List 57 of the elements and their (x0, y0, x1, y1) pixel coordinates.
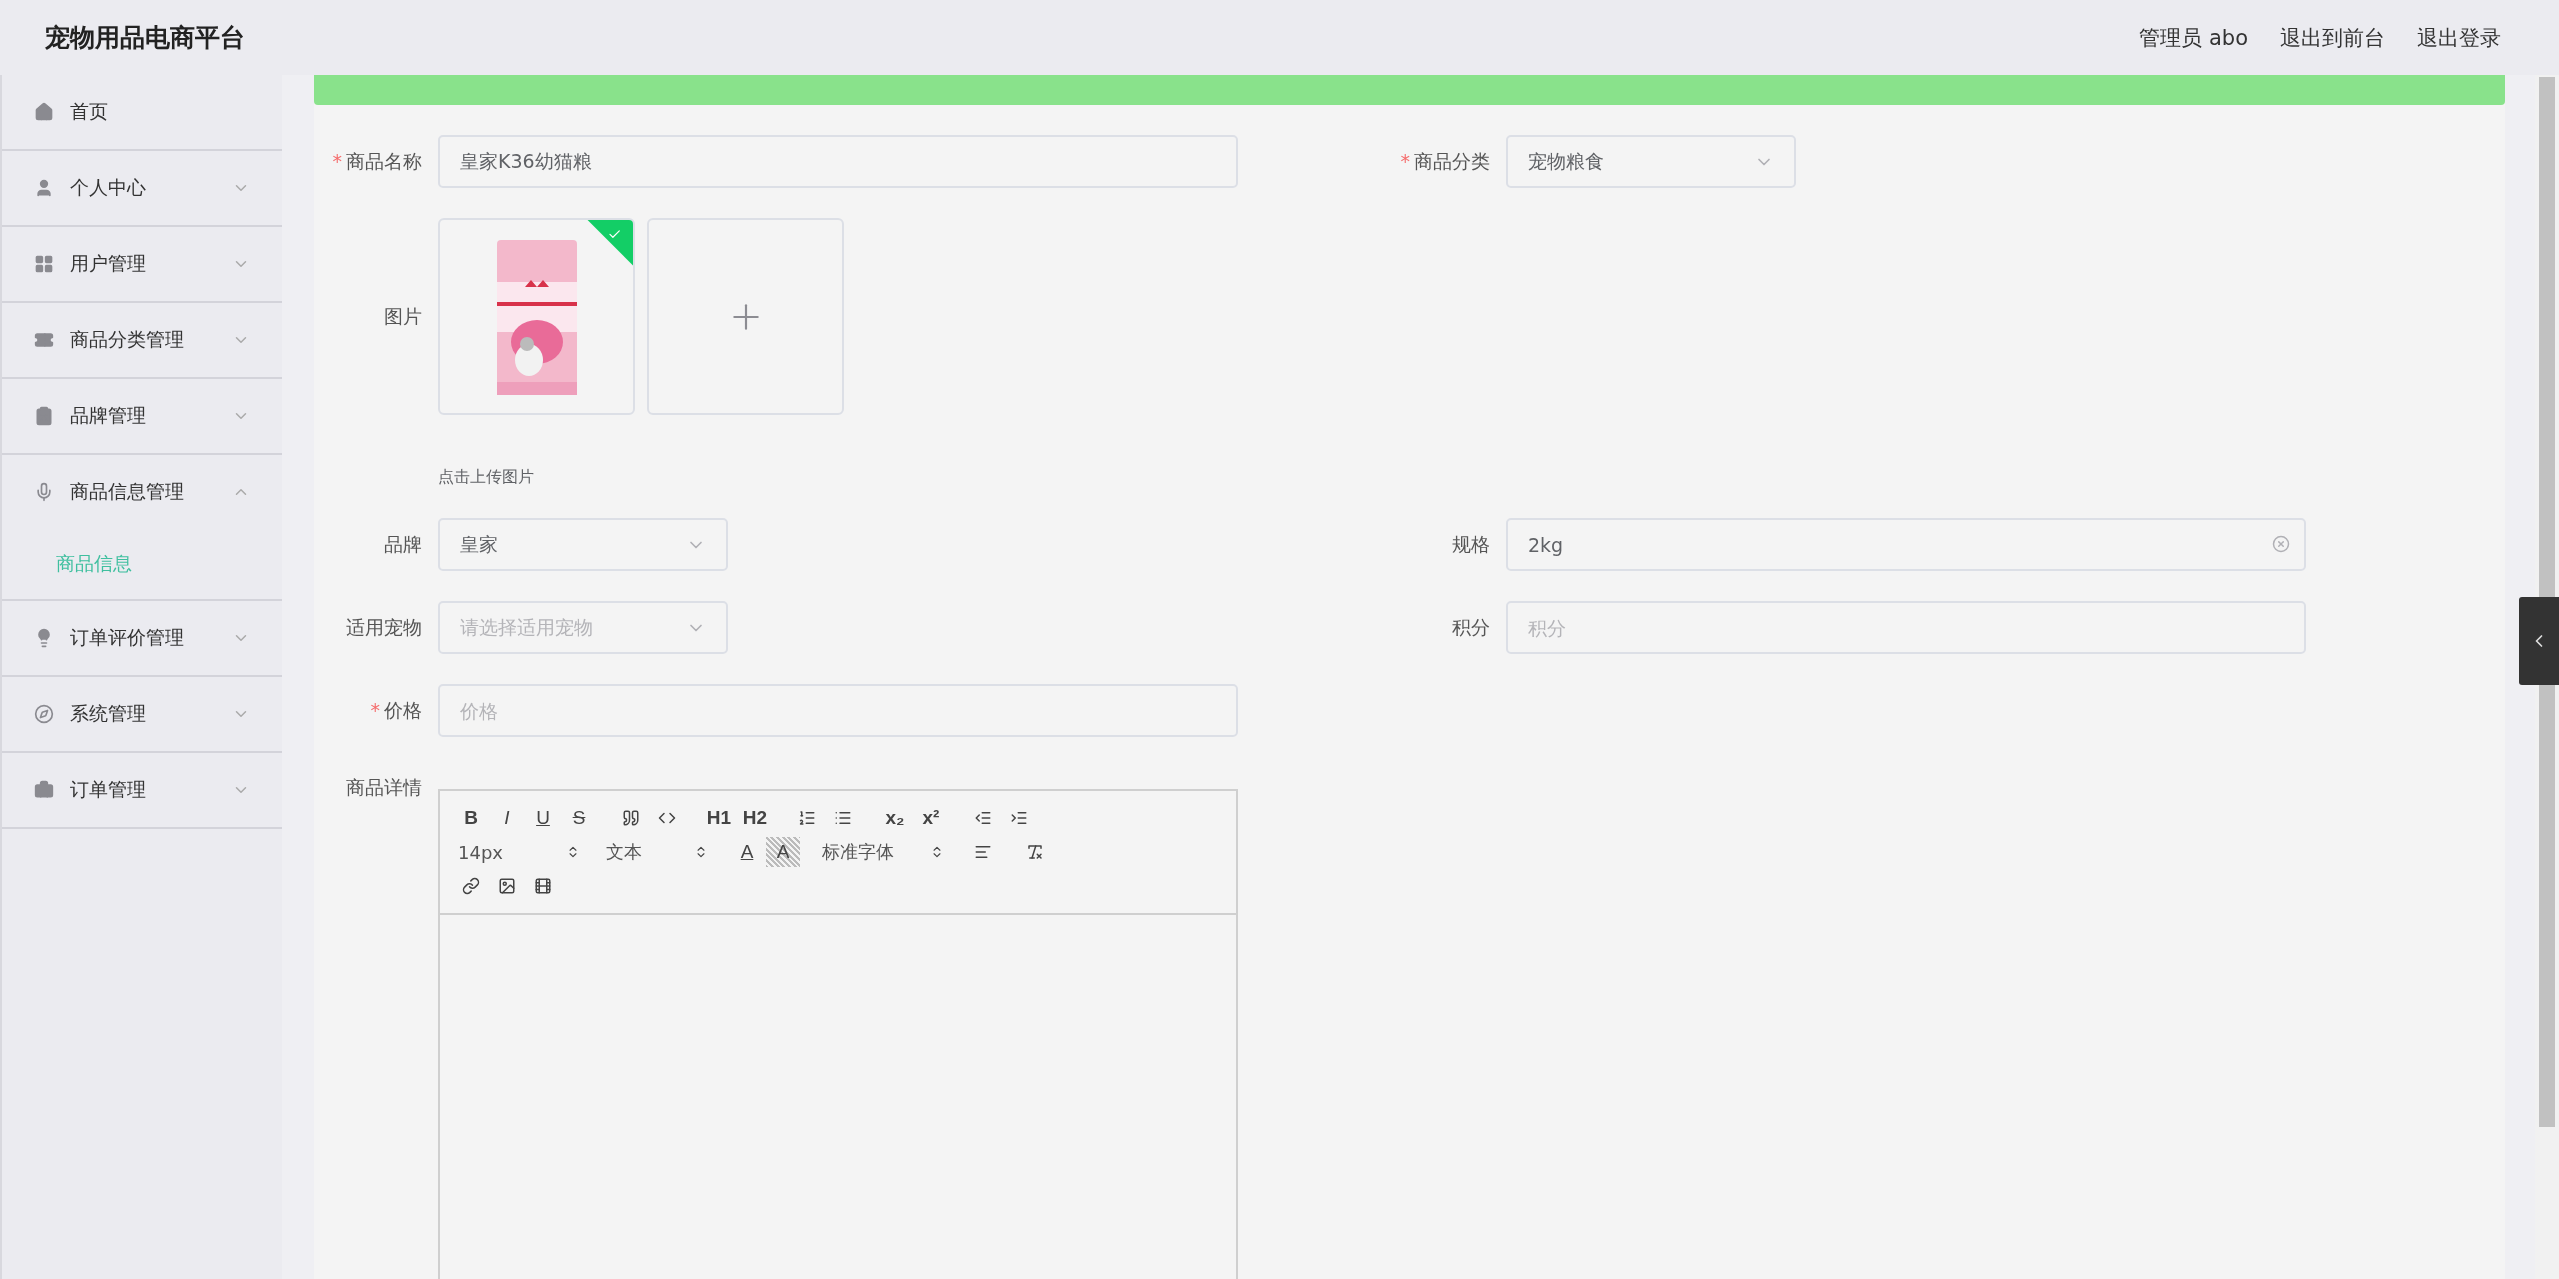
required-mark: * (370, 698, 380, 723)
text-field[interactable]: 皇家K36幼猫粮 (438, 135, 1238, 188)
sidebar-item[interactable]: 个人中心 (2, 151, 282, 225)
sidebar-item[interactable]: 系统管理 (2, 677, 282, 751)
toolbar-button[interactable]: A (730, 837, 764, 867)
rich-text-editor[interactable]: B I U S H1 H2 x₂ x² 14px 文本 A A 标准字体 (438, 789, 1238, 1279)
microphone-icon (34, 482, 54, 502)
select-field[interactable]: 宠物粮食 (1506, 135, 1796, 188)
sidebar-item[interactable]: 订单评价管理 (2, 601, 282, 675)
toolbar-button[interactable]: U (526, 803, 560, 833)
header-link[interactable]: 退出登录 (2417, 23, 2501, 52)
field-label: 商品名称 (346, 149, 422, 174)
sidebar-item[interactable]: 用户管理 (2, 227, 282, 301)
app-title: 宠物用品电商平台 (45, 22, 245, 54)
clipboard-icon (34, 406, 54, 426)
toolbar-button[interactable]: S (562, 803, 596, 833)
field-label: 商品详情 (346, 775, 422, 800)
required-mark: * (1400, 149, 1410, 174)
sidebar-item[interactable]: 首页 (2, 75, 282, 149)
toolbar-button[interactable]: x₂ (878, 803, 912, 833)
select-field[interactable]: 皇家 (438, 518, 728, 571)
upload-hint: 点击上传图片 (438, 467, 535, 488)
text-field[interactable]: 积分 (1506, 601, 2306, 654)
field-label: 积分 (1452, 615, 1490, 640)
sidebar-item[interactable]: 订单管理 (2, 753, 282, 827)
user-label: 管理员 abo (2139, 24, 2248, 52)
sidebar-item[interactable]: 商品分类管理 (2, 303, 282, 377)
scrollbar-thumb[interactable] (2539, 77, 2555, 1127)
field-label: 品牌 (384, 532, 422, 557)
user-icon (34, 178, 54, 198)
text-field[interactable]: 价格 (438, 684, 1238, 737)
field-label: 价格 (384, 698, 422, 723)
field-label: 图片 (384, 304, 422, 329)
compass-icon (34, 704, 54, 724)
toolbar-button[interactable]: I (490, 803, 524, 833)
toolbar-button[interactable]: x² (914, 803, 948, 833)
toolbar-button[interactable]: H2 (738, 803, 772, 833)
toolbar-select[interactable]: 14px (454, 837, 584, 867)
field-label: 适用宠物 (346, 615, 422, 640)
grid-icon (34, 254, 54, 274)
required-mark: * (332, 149, 342, 174)
home-icon (34, 102, 54, 122)
toolbar-select[interactable]: 标准字体 (818, 837, 948, 867)
toolbar-button[interactable]: B (454, 803, 488, 833)
header-link[interactable]: 退出到前台 (2280, 23, 2385, 52)
toolbar-button[interactable]: A (766, 837, 800, 867)
field-label: 商品分类 (1414, 149, 1490, 174)
ticket-icon (34, 330, 54, 350)
scrollbar[interactable] (2535, 75, 2559, 1279)
sidebar-item[interactable]: 品牌管理 (2, 379, 282, 453)
sidebar-item[interactable]: 商品信息管理 (2, 455, 282, 529)
field-label: 规格 (1452, 532, 1490, 557)
toolbar-select[interactable]: 文本 (602, 837, 712, 867)
text-field[interactable]: 2kg (1506, 518, 2306, 571)
toolbar-button[interactable]: H1 (702, 803, 736, 833)
briefcase-icon (34, 780, 54, 800)
image-thumbnail[interactable] (438, 218, 635, 415)
